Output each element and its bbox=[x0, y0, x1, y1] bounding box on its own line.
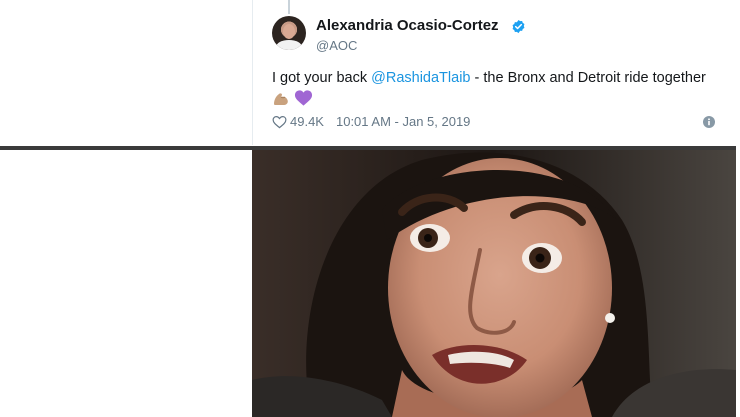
author-display-name[interactable]: Alexandria Ocasio-Cortez bbox=[316, 17, 499, 34]
right-margin bbox=[736, 0, 740, 417]
mention-link[interactable]: @RashidaTlaib bbox=[371, 70, 470, 86]
avatar-face bbox=[283, 24, 295, 39]
flexed-biceps-emoji bbox=[274, 93, 288, 105]
tweet-timestamp[interactable]: 10:01 AM - Jan 5, 2019 bbox=[336, 114, 470, 129]
verified-badge-icon bbox=[512, 19, 525, 34]
tweet-meta-row: 49.4K 10:01 AM - Jan 5, 2019 bbox=[272, 114, 470, 129]
tweet-text-end: - the Bronx and Detroit ride together bbox=[470, 70, 706, 86]
heart-outline-icon[interactable] bbox=[272, 115, 287, 129]
thread-connector bbox=[288, 0, 290, 14]
tweet-text: I got your back @RashidaTlaib - the Bron… bbox=[272, 67, 712, 111]
purple-heart-emoji bbox=[294, 90, 313, 106]
avatar[interactable] bbox=[272, 16, 306, 50]
screenshot-canvas: Alexandria Ocasio-Cortez @AOC I got your… bbox=[0, 0, 740, 417]
close-up-face-photo bbox=[252, 150, 736, 417]
avatar-shoulders bbox=[276, 40, 302, 50]
author-handle[interactable]: @AOC bbox=[316, 38, 357, 53]
like-count[interactable]: 49.4K bbox=[290, 114, 324, 129]
info-icon[interactable] bbox=[703, 116, 715, 128]
tweet-text-start: I got your back bbox=[272, 70, 372, 86]
